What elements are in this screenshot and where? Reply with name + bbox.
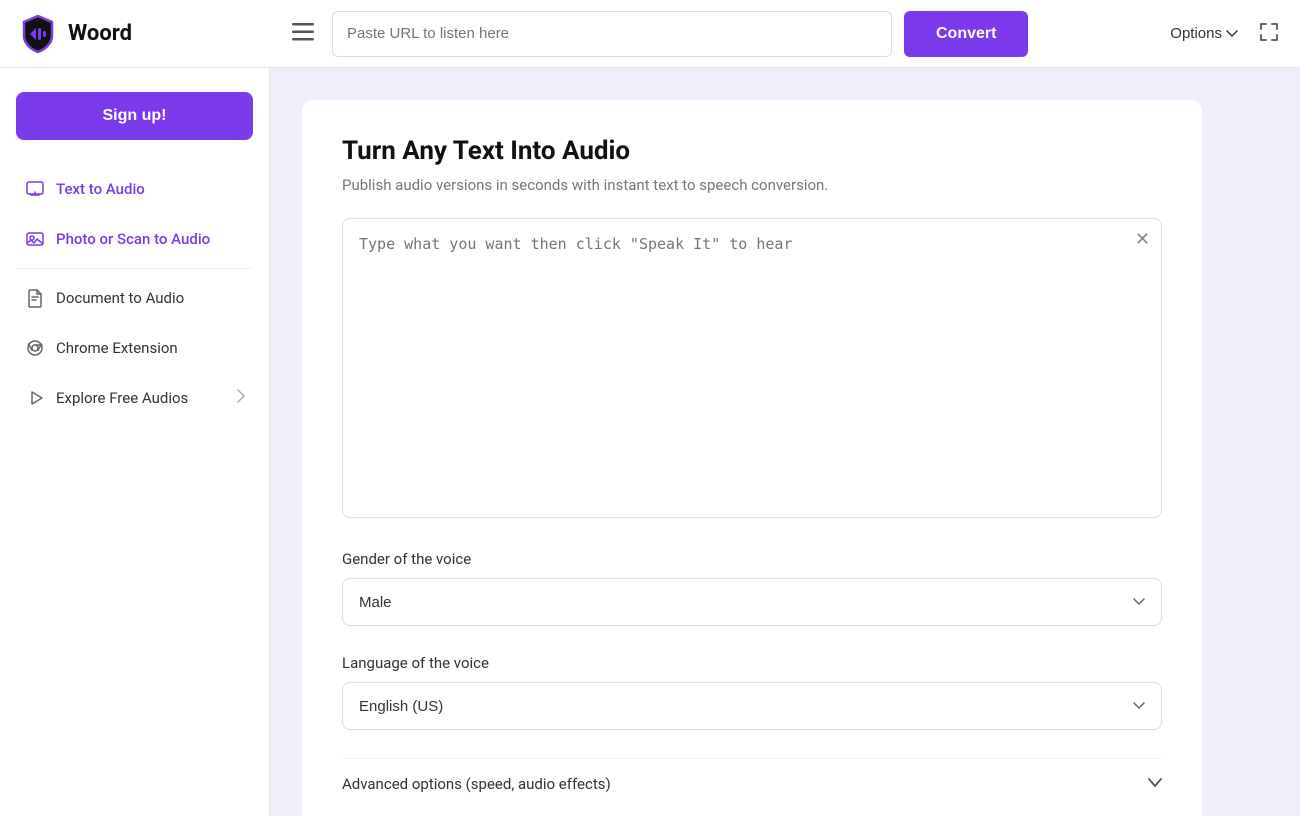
nav-divider-1 bbox=[16, 268, 253, 269]
logo-icon bbox=[16, 12, 60, 56]
main-content: Turn Any Text Into Audio Publish audio v… bbox=[270, 68, 1300, 816]
advanced-options-section[interactable]: Advanced options (speed, audio effects) bbox=[342, 758, 1162, 809]
language-group: Language of the voice English (US) Engli… bbox=[342, 654, 1162, 730]
sidebar-item-document[interactable]: Document to Audio bbox=[16, 273, 253, 323]
photo-scan-icon bbox=[24, 228, 46, 250]
language-select[interactable]: English (US) English (UK) Spanish French… bbox=[342, 682, 1162, 730]
main-card: Turn Any Text Into Audio Publish audio v… bbox=[302, 100, 1202, 816]
text-to-audio-icon bbox=[24, 178, 46, 200]
explore-icon bbox=[24, 387, 46, 409]
advanced-options-label: Advanced options (speed, audio effects) bbox=[342, 775, 611, 793]
header-center: Convert bbox=[286, 11, 1170, 57]
signup-button[interactable]: Sign up! bbox=[16, 92, 253, 140]
hamburger-button[interactable] bbox=[286, 17, 320, 50]
text-input[interactable] bbox=[342, 218, 1162, 518]
text-area-wrap: ✕ bbox=[342, 218, 1162, 522]
clear-button[interactable]: ✕ bbox=[1135, 230, 1150, 248]
url-input-wrap bbox=[332, 11, 892, 57]
card-subtitle: Publish audio versions in seconds with i… bbox=[342, 176, 1162, 194]
sidebar-item-text-to-audio[interactable]: Text to Audio bbox=[16, 164, 253, 214]
document-icon bbox=[24, 287, 46, 309]
sidebar-label-explore: Explore Free Audios bbox=[56, 389, 188, 407]
chevron-down-icon bbox=[1226, 30, 1238, 38]
sidebar-label-document: Document to Audio bbox=[56, 289, 184, 307]
sidebar-item-explore[interactable]: Explore Free Audios bbox=[16, 373, 253, 423]
gender-group: Gender of the voice Male Female bbox=[342, 550, 1162, 626]
header-right: Options bbox=[1170, 17, 1284, 50]
gender-label: Gender of the voice bbox=[342, 550, 1162, 568]
url-input[interactable] bbox=[332, 11, 892, 57]
body-wrap: Sign up! Text to Audio Photo or Scan to … bbox=[0, 68, 1300, 816]
options-button[interactable]: Options bbox=[1170, 25, 1238, 42]
convert-button[interactable]: Convert bbox=[904, 11, 1028, 57]
header: Woord Convert Options bbox=[0, 0, 1300, 68]
fullscreen-button[interactable] bbox=[1254, 17, 1284, 50]
sidebar-label-photo-scan: Photo or Scan to Audio bbox=[56, 230, 210, 248]
gender-select[interactable]: Male Female bbox=[342, 578, 1162, 626]
chrome-extension-icon bbox=[24, 337, 46, 359]
options-label: Options bbox=[1170, 25, 1222, 42]
card-title: Turn Any Text Into Audio bbox=[342, 136, 1162, 166]
sidebar-item-chrome-extension[interactable]: Chrome Extension bbox=[16, 323, 253, 373]
logo-area: Woord bbox=[16, 12, 286, 56]
logo-text: Woord bbox=[68, 21, 132, 46]
language-label: Language of the voice bbox=[342, 654, 1162, 672]
sidebar: Sign up! Text to Audio Photo or Scan to … bbox=[0, 68, 270, 816]
sidebar-label-text-to-audio: Text to Audio bbox=[56, 180, 145, 198]
advanced-chevron-icon bbox=[1148, 776, 1162, 792]
sidebar-item-photo-scan[interactable]: Photo or Scan to Audio bbox=[16, 214, 253, 264]
explore-arrow-icon bbox=[237, 389, 245, 407]
sidebar-label-chrome-extension: Chrome Extension bbox=[56, 339, 178, 357]
fullscreen-icon bbox=[1258, 21, 1280, 43]
